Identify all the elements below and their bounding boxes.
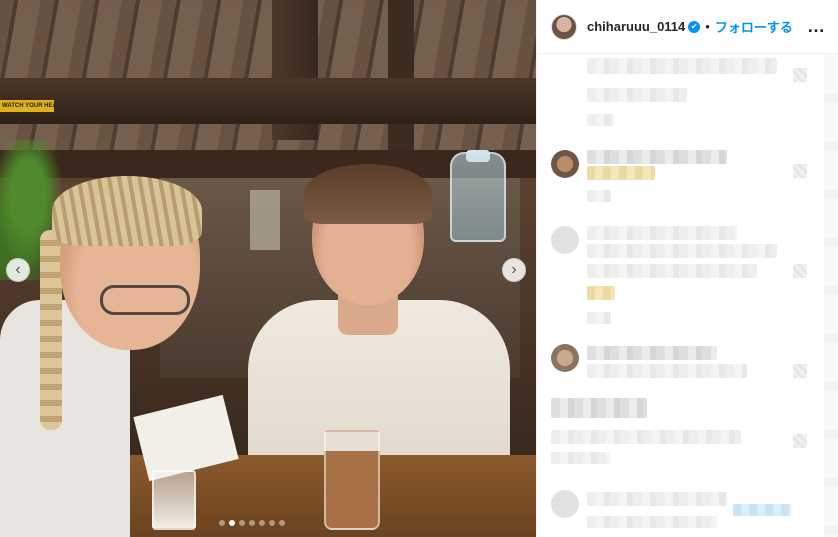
pixelated-link[interactable] [733, 504, 791, 516]
like-heart-icon[interactable] [793, 364, 807, 378]
carousel-dot [239, 520, 245, 526]
like-heart-icon[interactable] [793, 164, 807, 178]
avatar[interactable] [551, 490, 579, 518]
pixelated-comment-meta [587, 114, 613, 126]
pixelated-comment-meta [587, 190, 611, 202]
carousel-dot [259, 520, 265, 526]
person-left-hair [52, 176, 202, 246]
carousel-dot [229, 520, 235, 526]
water-jar [450, 152, 506, 242]
pixelated-comment-text [551, 398, 647, 418]
pixelated-comment-text [587, 166, 655, 180]
pixelated-comment-meta [587, 312, 611, 324]
person-left-glasses [100, 285, 190, 315]
pixelated-comment-username [587, 150, 727, 164]
pixelated-comment-text [551, 430, 741, 444]
pixelated-comment-username [587, 346, 717, 360]
pixelated-comment-text [587, 244, 777, 258]
pixelated-comment-meta [551, 452, 611, 464]
pixelated-comment-meta [587, 516, 717, 528]
wooden-beam [0, 78, 536, 124]
verified-badge-icon: ✔ [688, 20, 701, 33]
window-light [250, 190, 280, 250]
post-header: chiharuuu_0114 ✔ • フォローする … [537, 0, 838, 54]
carousel-dot [219, 520, 225, 526]
carousel-next-button[interactable]: › [502, 258, 526, 282]
pixelated-comment-text [587, 364, 747, 378]
like-heart-icon[interactable] [793, 68, 807, 82]
pixelated-emoji [587, 286, 615, 300]
like-heart-icon[interactable] [793, 434, 807, 448]
iced-coffee-glass [324, 430, 380, 530]
carousel-dot [269, 520, 275, 526]
roof-background [0, 0, 536, 150]
carousel-dot [279, 520, 285, 526]
pixelated-comment-username [587, 226, 737, 240]
carousel-dot [249, 520, 255, 526]
avatar[interactable] [551, 226, 579, 254]
watch-your-head-sign: WATCH YOUR HEAD [0, 100, 54, 112]
avatar[interactable] [551, 13, 577, 40]
avatar[interactable] [551, 344, 579, 372]
pixelated-comment-text [587, 492, 727, 506]
carousel-prev-button[interactable]: ‹ [6, 258, 30, 282]
pixelated-comment-text [587, 58, 777, 74]
post-side-panel: chiharuuu_0114 ✔ • フォローする … [536, 0, 838, 537]
drink-glass [152, 470, 196, 530]
person-left-braid [40, 230, 62, 430]
carousel-indicator [219, 520, 285, 526]
follow-button[interactable]: フォローする [715, 17, 793, 36]
separator-dot: • [705, 19, 710, 34]
pixelated-comment-text [587, 264, 757, 278]
like-heart-icon[interactable] [793, 264, 807, 278]
post-photo: WATCH YOUR HEAD ‹ › [0, 0, 536, 537]
username-link[interactable]: chiharuuu_0114 [587, 19, 685, 34]
person-right-hair [304, 164, 432, 224]
more-options-icon[interactable]: … [807, 16, 826, 37]
avatar[interactable] [551, 150, 579, 178]
pixelated-comment-text [587, 88, 687, 102]
comments-scrollbar[interactable] [824, 54, 838, 537]
